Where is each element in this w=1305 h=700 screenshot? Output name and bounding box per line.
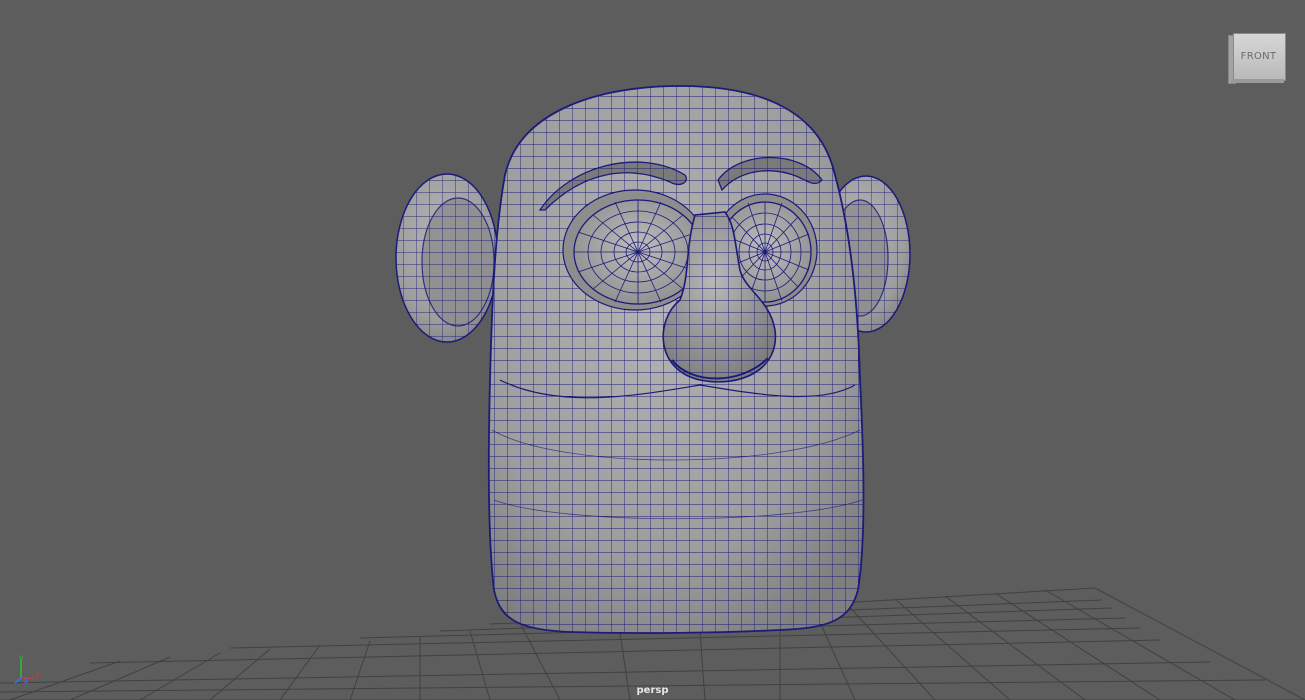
axis-x-label: x	[35, 670, 40, 679]
view-cube-label: FRONT	[1240, 51, 1277, 62]
view-cube-bottom	[1231, 79, 1284, 83]
axis-z-label: z	[24, 676, 28, 685]
axis-y-label: y	[19, 653, 24, 662]
viewport-scene[interactable]	[0, 0, 1305, 700]
camera-name-label: persp	[636, 685, 669, 696]
3d-viewport[interactable]: FRONT y x z persp	[0, 0, 1305, 700]
left-eye	[573, 199, 703, 305]
axis-indicator: y x z	[14, 653, 40, 685]
view-cube[interactable]: FRONT	[1227, 32, 1286, 84]
monkey-head-mesh	[395, 85, 911, 634]
left-ear	[395, 173, 499, 343]
